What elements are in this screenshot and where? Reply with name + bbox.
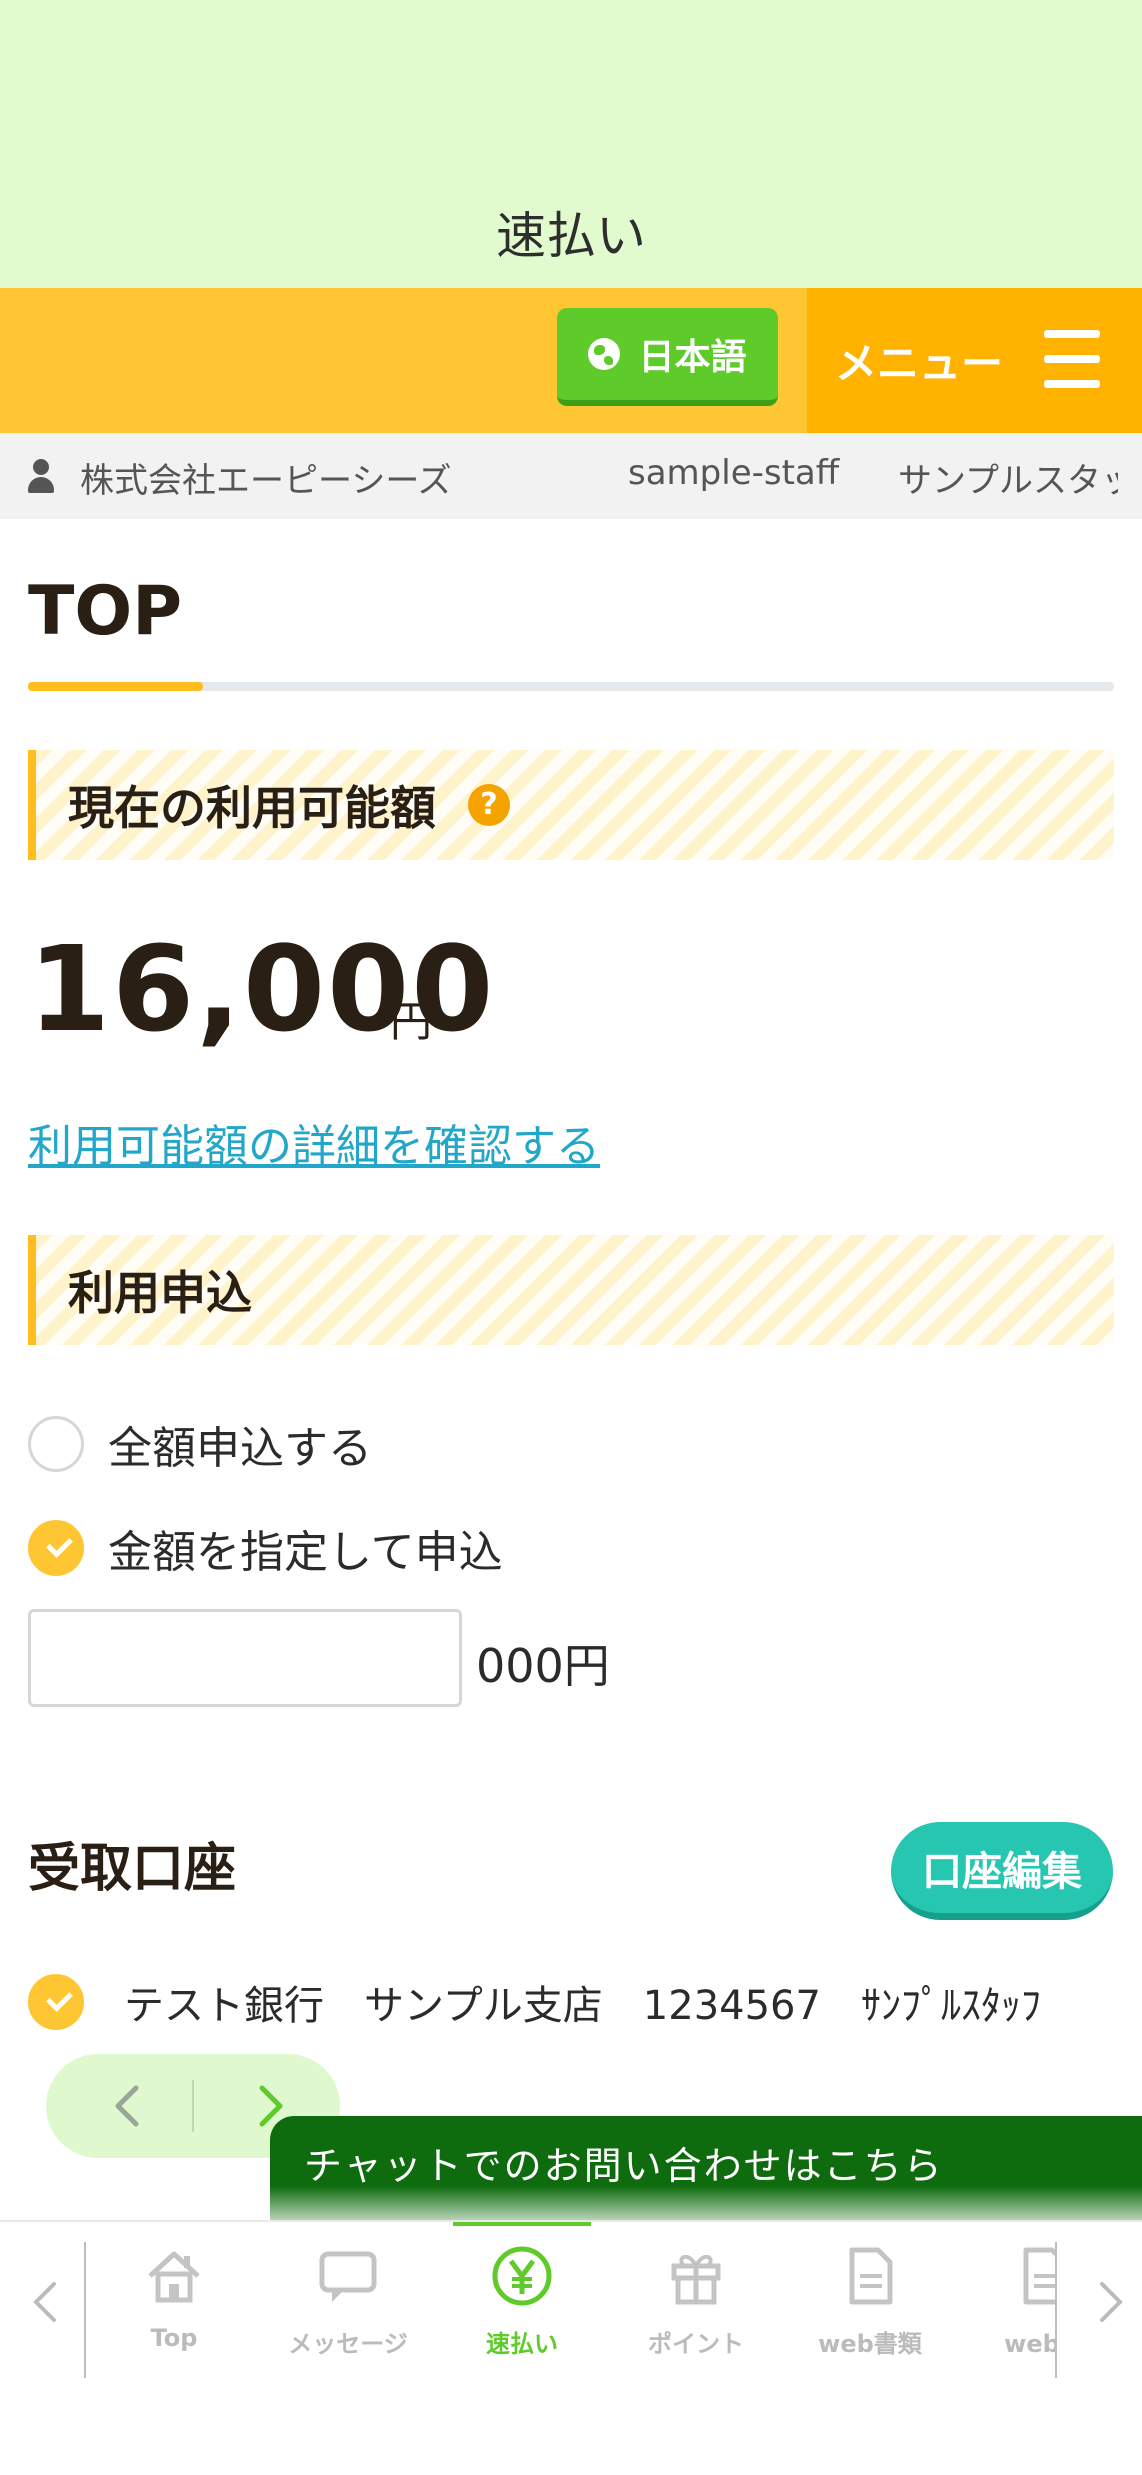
- hamburger-icon: [1044, 330, 1100, 388]
- available-amount-heading: 現在の利用可能額 ?: [28, 750, 1114, 860]
- home-icon: [148, 2251, 200, 2303]
- yen-icon: [492, 2246, 552, 2306]
- user-info-strip: 株式会社エーピーシーズ sample-staff サンプルスタッフ: [0, 433, 1142, 519]
- nav-item-web-documents[interactable]: web書類: [783, 2222, 957, 2382]
- user-icon: [26, 459, 56, 493]
- nav-item-messages[interactable]: メッセージ: [261, 2222, 435, 2382]
- top-bar: 日本語 メニュー: [0, 288, 1142, 433]
- amount-input[interactable]: [28, 1609, 462, 1707]
- bottom-nav: Top メッセージ 速払い ポイント web書類 web: [0, 2220, 1142, 2380]
- company-name: 株式会社エーピーシーズ: [80, 461, 452, 501]
- available-heading-label: 現在の利用可能額: [68, 781, 436, 835]
- application-heading-label: 利用申込: [68, 1266, 252, 1320]
- nav-item-top[interactable]: Top: [87, 2222, 261, 2382]
- account-check-icon[interactable]: [28, 1974, 84, 2030]
- nav-scroll-right-icon[interactable]: [1096, 2280, 1126, 2324]
- account-entry-label: テスト銀行 サンプル支店 1234567 ｻﾝﾌﾟﾙｽﾀｯﾌ: [124, 1983, 1041, 2029]
- option-full-amount[interactable]: 全額申込する: [28, 1412, 372, 1476]
- page-header: 速払い: [0, 0, 1142, 288]
- chevron-left-icon[interactable]: [104, 2082, 152, 2130]
- option-specify-amount-label: 金額を指定して申込: [108, 1527, 503, 1578]
- application-heading: 利用申込: [28, 1235, 1114, 1345]
- message-icon: [319, 2251, 377, 2302]
- nav-label: メッセージ: [288, 2330, 408, 2358]
- nav-label: 速払い: [486, 2330, 558, 2358]
- radio-specify-amount[interactable]: [28, 1520, 84, 1576]
- nav-item-web-contract[interactable]: web契: [957, 2222, 1055, 2382]
- edit-account-button[interactable]: 口座編集: [891, 1822, 1113, 1920]
- available-amount-unit: 円: [390, 997, 433, 1046]
- menu-button[interactable]: メニュー: [807, 288, 1142, 433]
- app-title: 速払い: [496, 207, 646, 265]
- menu-label: メニュー: [835, 339, 1004, 388]
- nav-label: Top: [150, 2324, 198, 2352]
- nav-label: ポイント: [648, 2330, 744, 2358]
- nav-label: web契: [1004, 2330, 1055, 2358]
- globe-icon: [588, 338, 621, 370]
- gift-icon: [671, 2254, 721, 2305]
- language-label: 日本語: [638, 337, 747, 378]
- account-heading: 受取口座: [28, 1839, 237, 1899]
- help-icon[interactable]: ?: [468, 784, 510, 826]
- document-icon: [849, 2247, 893, 2305]
- nav-item-quick-pay[interactable]: 速払い: [435, 2222, 609, 2382]
- staff-name: サンプルスタッフ: [898, 461, 1118, 501]
- language-button[interactable]: 日本語: [557, 308, 778, 406]
- available-detail-link[interactable]: 利用可能額の詳細を確認する: [28, 1110, 600, 1174]
- nav-label: web書類: [818, 2330, 922, 2358]
- staff-id: sample-staff: [628, 453, 840, 493]
- option-specify-amount[interactable]: 金額を指定して申込: [28, 1516, 503, 1580]
- page-title: TOP: [28, 572, 183, 651]
- account-entry[interactable]: テスト銀行 サンプル支店 1234567 ｻﾝﾌﾟﾙｽﾀｯﾌ: [28, 1970, 1041, 2034]
- title-underline: [28, 682, 1114, 691]
- option-full-amount-label: 全額申込する: [108, 1423, 372, 1474]
- radio-full-amount[interactable]: [28, 1416, 84, 1472]
- nav-item-points[interactable]: ポイント: [609, 2222, 783, 2382]
- document-icon: [1023, 2247, 1055, 2305]
- amount-suffix: 000円: [476, 1639, 610, 1693]
